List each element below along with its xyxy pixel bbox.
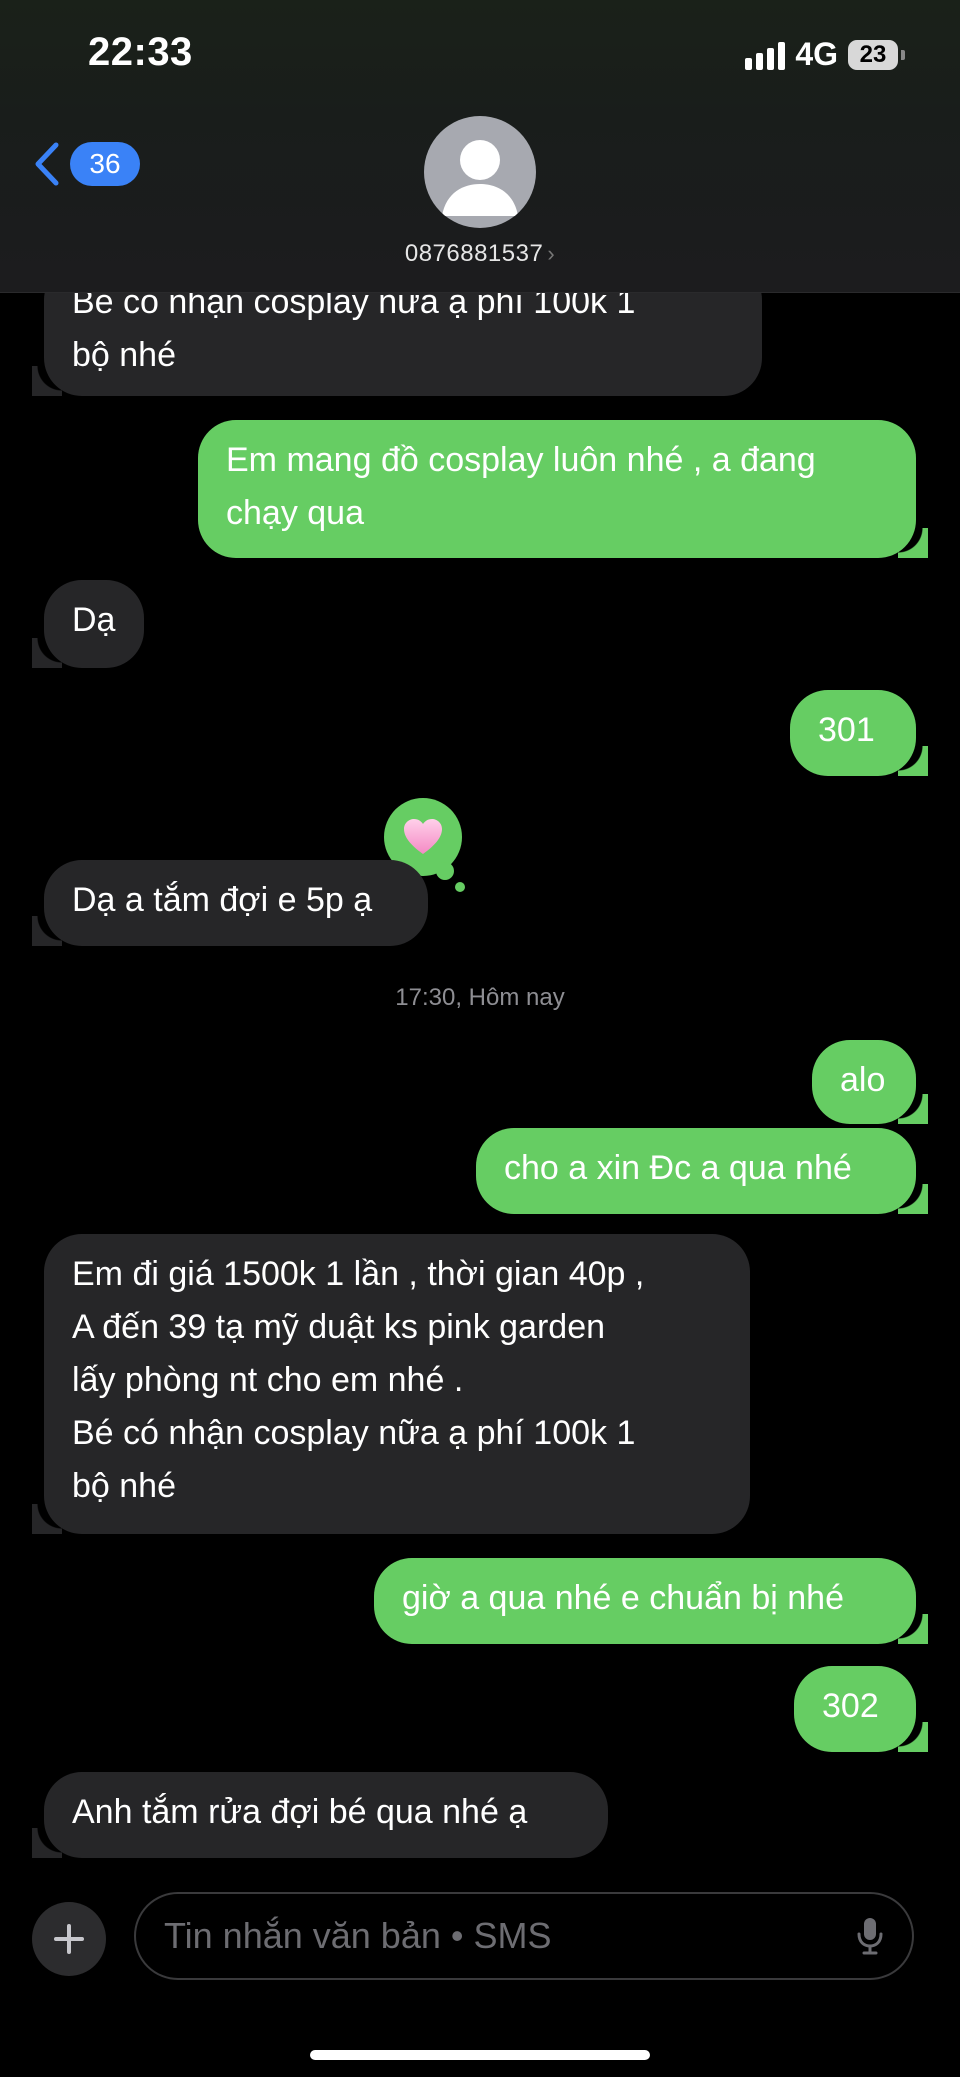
chevron-left-icon bbox=[35, 142, 59, 186]
message-outgoing[interactable]: 302 bbox=[794, 1666, 928, 1752]
battery-icon: 23 bbox=[848, 39, 905, 70]
message-outgoing[interactable]: alo bbox=[812, 1040, 928, 1124]
contact-name[interactable]: 0876881537 › bbox=[0, 240, 960, 268]
message-outgoing[interactable]: 301 bbox=[790, 690, 928, 776]
plus-icon bbox=[54, 1924, 84, 1954]
timestamp-divider: 17:30, Hôm nay bbox=[395, 984, 565, 1011]
message-outgoing[interactable]: Em mang đồ cosplay luôn nhé , a đang chạ… bbox=[198, 420, 928, 558]
microphone-icon[interactable] bbox=[856, 1916, 884, 1956]
status-indicators: 4G 23 bbox=[745, 36, 905, 73]
message-incoming[interactable]: Dạ a tắm đợi e 5p ạ bbox=[32, 860, 428, 946]
reaction-tail bbox=[455, 882, 465, 892]
message-incoming[interactable]: Em đi giá 1500k 1 lần , thời gian 40p , … bbox=[32, 1234, 750, 1534]
network-type: 4G bbox=[795, 36, 838, 72]
heart-icon bbox=[404, 819, 442, 854]
conversation-header: 22:33 4G 23 36 0876881537 › bbox=[0, 0, 960, 293]
message-outgoing[interactable]: cho a xin Đc a qua nhé bbox=[476, 1128, 928, 1214]
message-incoming[interactable]: Dạ bbox=[32, 580, 144, 668]
add-attachment-button[interactable] bbox=[32, 1902, 106, 1976]
battery-level: 23 bbox=[859, 40, 887, 68]
home-indicator[interactable] bbox=[310, 2050, 650, 2060]
unread-count-badge: 36 bbox=[70, 142, 140, 186]
person-icon bbox=[442, 140, 518, 216]
message-outgoing[interactable]: giờ a qua nhé e chuẩn bị nhé bbox=[374, 1558, 928, 1644]
message-input[interactable]: Tin nhắn văn bản • SMS bbox=[134, 1892, 914, 1980]
message-input-placeholder: Tin nhắn văn bản • SMS bbox=[164, 1915, 552, 1956]
contact-avatar[interactable] bbox=[424, 116, 536, 228]
chevron-right-icon: › bbox=[547, 241, 556, 266]
contact-number: 0876881537 bbox=[404, 240, 544, 267]
reaction-tail bbox=[436, 862, 454, 880]
back-button[interactable]: 36 bbox=[34, 142, 140, 186]
status-time: 22:33 bbox=[88, 30, 193, 74]
message-incoming[interactable]: Anh tắm rửa đợi bé qua nhé ạ bbox=[32, 1772, 608, 1858]
signal-icon bbox=[745, 40, 786, 70]
